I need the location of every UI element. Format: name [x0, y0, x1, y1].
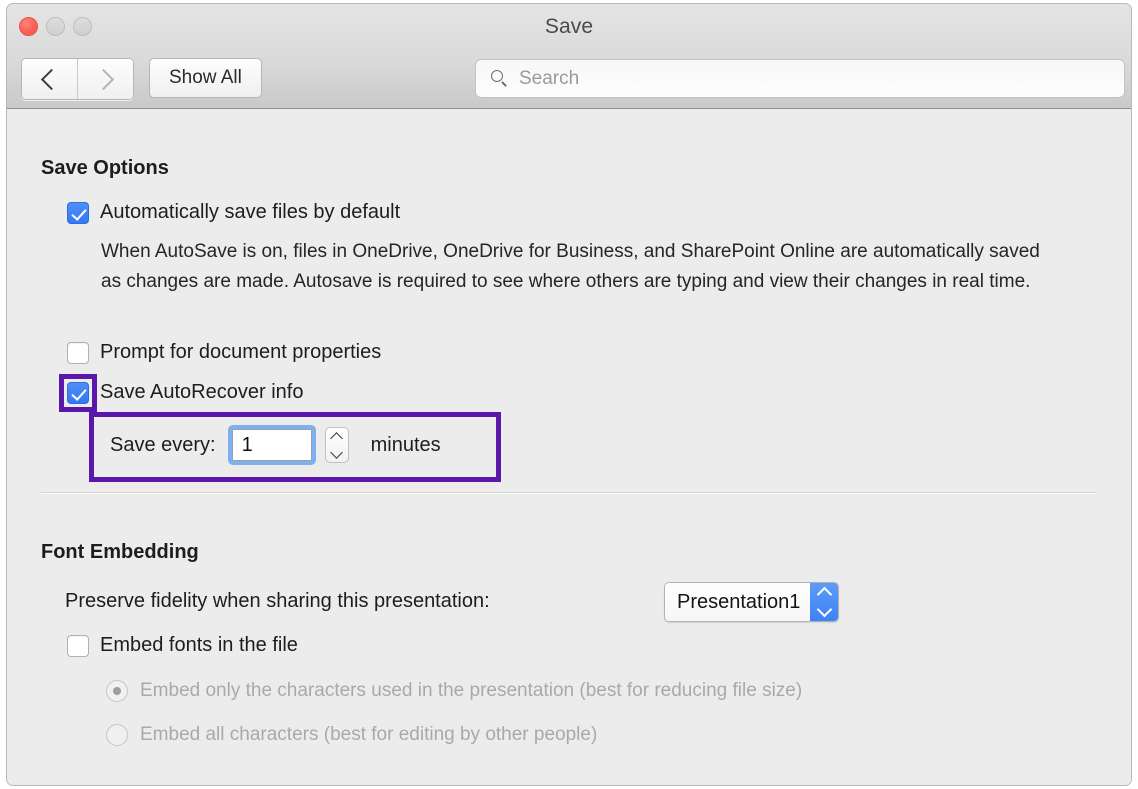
search-field[interactable]: Search: [475, 59, 1125, 98]
auto-save-description: When AutoSave is on, files in OneDrive, …: [101, 241, 1040, 292]
embed-fonts-checkbox[interactable]: [67, 634, 89, 657]
save-options-heading: Save Options: [41, 157, 169, 179]
window-toolbar: Save Show All Search: [7, 4, 1131, 109]
chevron-up-icon: [816, 586, 833, 603]
preserve-fidelity-label: Preserve fidelity when sharing this pres…: [65, 590, 490, 612]
search-icon: [491, 70, 508, 87]
prompt-properties-checkbox[interactable]: [67, 341, 89, 364]
prompt-properties-label: Prompt for document properties: [100, 341, 382, 363]
embed-all-label: Embed all characters (best for editing b…: [140, 724, 598, 745]
back-button[interactable]: [22, 59, 77, 99]
embed-only-used-radio-row[interactable]: Embed only the characters used in the pr…: [106, 680, 802, 702]
autorecover-checkbox-row[interactable]: Save AutoRecover info: [67, 381, 303, 404]
save-every-unit: minutes: [370, 433, 441, 456]
stepper-up-icon[interactable]: [330, 431, 343, 445]
window-title: Save: [544, 15, 594, 38]
dropdown-arrows[interactable]: [810, 583, 839, 621]
preserve-fidelity-value: Presentation1: [665, 583, 811, 621]
embed-fonts-label: Embed fonts in the file: [100, 634, 298, 656]
auto-save-label: Automatically save files by default: [100, 201, 401, 223]
save-every-input[interactable]: 1: [227, 425, 316, 465]
show-all-button[interactable]: Show All: [149, 58, 262, 98]
navigation-button-group: [21, 58, 134, 100]
show-all-label: Show All: [169, 67, 242, 88]
prompt-properties-checkbox-row[interactable]: Prompt for document properties: [67, 341, 381, 364]
preferences-content: Save Options Automatically save files by…: [7, 109, 1131, 785]
save-every-row: Save every: 1 minutes: [110, 425, 441, 465]
chevron-right-icon: [92, 68, 115, 90]
embed-only-used-radio[interactable]: [106, 680, 128, 702]
forward-button[interactable]: [77, 59, 133, 99]
autorecover-checkbox[interactable]: [67, 381, 89, 404]
embed-fonts-checkbox-row[interactable]: Embed fonts in the file: [67, 634, 298, 657]
embed-only-used-label: Embed only the characters used in the pr…: [140, 680, 803, 701]
search-placeholder: Search: [519, 67, 580, 89]
save-every-label: Save every:: [110, 433, 216, 456]
auto-save-checkbox-row[interactable]: Automatically save files by default: [67, 201, 400, 224]
font-embedding-heading: Font Embedding: [41, 541, 199, 563]
save-every-stepper[interactable]: [324, 427, 349, 463]
auto-save-checkbox[interactable]: [67, 201, 89, 224]
preserve-fidelity-dropdown[interactable]: Presentation1: [664, 582, 840, 622]
autorecover-label: Save AutoRecover info: [100, 381, 304, 403]
chevron-down-icon: [816, 601, 833, 618]
embed-all-radio-row[interactable]: Embed all characters (best for editing b…: [106, 724, 597, 746]
chevron-left-icon: [40, 68, 63, 90]
section-divider: [41, 492, 1097, 494]
preferences-window: Save Show All Search Save Options Automa…: [6, 3, 1132, 786]
stepper-down-icon[interactable]: [330, 445, 343, 459]
embed-all-radio[interactable]: [106, 724, 128, 746]
